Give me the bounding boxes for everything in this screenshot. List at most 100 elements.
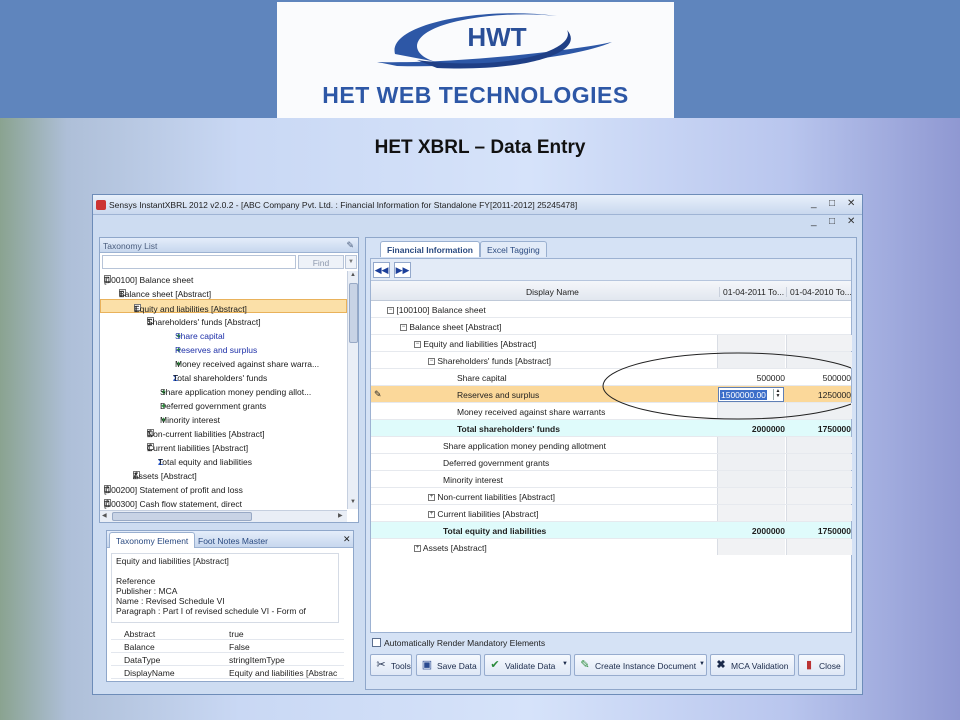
prop-row: DataType stringItemType: [111, 653, 344, 666]
window-title: Sensys InstantXBRL 2012 v2.0.2 - [ABC Co…: [109, 200, 578, 210]
prop-row: Balance False: [111, 640, 344, 653]
table-row[interactable]: Minority interest: [371, 471, 852, 488]
tree-item[interactable]: − ⌶ Shareholders' funds [Abstract]: [100, 313, 347, 327]
table-row[interactable]: − Balance sheet [Abstract]: [371, 318, 851, 335]
scroll-down-icon[interactable]: ▼: [350, 499, 356, 505]
taxonomy-list-header: Taxonomy List ✎: [100, 238, 358, 253]
tab-financial-information[interactable]: Financial Information: [380, 241, 480, 257]
prop-row: DisplayName Equity and liabilities [Abstr…: [111, 666, 344, 679]
child-minimize-button[interactable]: _: [811, 216, 817, 227]
app-window: Sensys InstantXBRL 2012 v2.0.2 - [ABC Co…: [92, 194, 863, 695]
banner: HWT HET WEB TECHNOLOGIES: [0, 0, 960, 118]
element-description: Equity and liabilities [Abstract] Refere…: [111, 553, 339, 623]
element-line: Paragraph : Part I of revised schedule V…: [116, 606, 306, 616]
create-instance-document-button[interactable]: ✎ Create Instance Document ▼: [574, 654, 707, 676]
tree-vertical-scrollbar[interactable]: ▲ ▼: [347, 271, 358, 509]
dropdown-arrow-icon[interactable]: ▼: [562, 661, 568, 667]
table-row[interactable]: − Equity and liabilities [Abstract]: [371, 335, 852, 352]
child-window-controls: _ □ ✕: [93, 216, 862, 230]
table-row[interactable]: − Shareholders' funds [Abstract]: [371, 352, 852, 369]
tree-item[interactable]: ✦ Share capital: [100, 327, 347, 341]
document-icon: ✎: [580, 659, 590, 671]
tree-item[interactable]: + ⌶ [100300] Cash flow statement, direct: [100, 495, 347, 509]
validate-data-button[interactable]: ✔ Validate Data ▼: [484, 654, 571, 676]
scroll-up-icon[interactable]: ▲: [350, 272, 356, 278]
table-row-total[interactable]: Total shareholders' funds 2000000 1750000: [371, 420, 851, 437]
find-input[interactable]: [102, 255, 296, 269]
taxonomy-tree: − ⌶ [100100] Balance sheet − ⌶ Balance s…: [100, 271, 347, 509]
nav-toolbar: ◀◀ ▶▶: [371, 259, 851, 281]
tree-item[interactable]: + ⌶ [100200] Statement of profit and los…: [100, 481, 347, 495]
child-maximize-button[interactable]: □: [829, 216, 835, 227]
minimize-button[interactable]: _: [811, 198, 817, 209]
tree-item[interactable]: Σ Total equity and liabilities: [100, 453, 347, 467]
pin-icon[interactable]: ✎: [346, 240, 354, 251]
tree-item[interactable]: + ⌶ Current liabilities [Abstract]: [100, 439, 347, 453]
tree-horizontal-scrollbar[interactable]: ◀ ▶: [100, 510, 347, 522]
column-header-period-1[interactable]: 01-04-2011 To...: [719, 287, 785, 297]
tree-item[interactable]: − ⌶ Balance sheet [Abstract]: [100, 285, 347, 299]
tree-item[interactable]: Σ Total shareholders' funds: [100, 369, 347, 383]
child-close-button[interactable]: ✕: [847, 216, 855, 227]
find-button[interactable]: Find: [298, 255, 344, 269]
close-panel-icon[interactable]: ✕: [343, 534, 351, 545]
auto-render-label: Automatically Render Mandatory Elements: [384, 638, 546, 648]
element-props-table: Abstract true Balance False DataType string…: [111, 627, 344, 679]
element-line: Name : Revised Schedule VI: [116, 596, 225, 606]
tools-icon: ✂: [376, 659, 386, 671]
element-panel: Taxonomy Element Foot Notes Master ✕ Equ…: [106, 530, 354, 682]
close-window-button[interactable]: ✕: [847, 198, 855, 209]
tree-item[interactable]: − ⌶ [100100] Balance sheet: [100, 271, 347, 285]
maximize-button[interactable]: □: [829, 198, 835, 209]
tree-item-selected[interactable]: − ⌶ Equity and liabilities [Abstract]: [100, 299, 347, 314]
tools-button[interactable]: ✂ Tools: [370, 654, 412, 676]
dropdown-arrow-icon[interactable]: ▼: [699, 661, 705, 667]
element-line: Reference: [116, 576, 156, 586]
logo: HWT HET WEB TECHNOLOGIES: [277, 2, 674, 118]
table-row-total[interactable]: Total equity and liabilities 2000000 17500…: [371, 522, 851, 539]
element-line: Publisher : MCA: [116, 586, 178, 596]
close-button[interactable]: ▮ Close: [798, 654, 845, 676]
save-data-button[interactable]: ▣ Save Data: [416, 654, 481, 676]
table-row[interactable]: + Assets [Abstract]: [371, 539, 852, 556]
table-row[interactable]: − [100100] Balance sheet: [371, 301, 851, 318]
tree-item[interactable]: + ⌶ Assets [Abstract]: [100, 467, 347, 481]
main-area: Financial Information Excel Tagging ◀◀ ▶…: [365, 237, 857, 690]
table-row[interactable]: Share capital 500000 500000: [371, 369, 851, 386]
table-row-editing[interactable]: ✎ Reserves and surplus 1500000.00 ▲ ▼ 125…: [371, 386, 851, 403]
column-header-period-2[interactable]: 01-04-2010 To...: [786, 287, 851, 297]
reserves-value-input[interactable]: 1500000.00 ▲ ▼: [718, 387, 784, 402]
tree-item[interactable]: ✦ Reserves and surplus: [100, 341, 347, 355]
tree-item[interactable]: ✦ Share application money pending allot.…: [100, 383, 347, 397]
bottom-toolbar: ✂ Tools ▣ Save Data ✔ Validate Data ▼ ✎ Creat…: [368, 654, 854, 678]
tab-excel-tagging[interactable]: Excel Tagging: [480, 241, 547, 257]
taxonomy-list-panel: Taxonomy List ✎ Find ▼ − ⌶ [100100] Bala…: [99, 237, 359, 523]
table-row[interactable]: + Current liabilities [Abstract]: [371, 505, 852, 522]
tree-item[interactable]: ✦ Money received against share warra...: [100, 355, 347, 369]
mca-icon: ✖: [716, 659, 726, 671]
logo-text: HET WEB TECHNOLOGIES: [322, 82, 629, 108]
tab-taxonomy-element[interactable]: Taxonomy Element: [109, 532, 196, 548]
element-title: Equity and liabilities [Abstract]: [116, 556, 229, 566]
tree-item[interactable]: + ⌶ Non-current liabilities [Abstract]: [100, 425, 347, 439]
floppy-icon: ▣: [421, 659, 433, 671]
next-period-button[interactable]: ▶▶: [394, 262, 411, 278]
table-row[interactable]: + Non-current liabilities [Abstract]: [371, 488, 852, 505]
mca-validation-button[interactable]: ✖ MCA Validation: [710, 654, 795, 676]
auto-render-checkbox[interactable]: [372, 638, 381, 647]
prev-period-button[interactable]: ◀◀: [373, 262, 390, 278]
tree-item[interactable]: ✦ Minority interest: [100, 411, 347, 425]
title-bar: Sensys InstantXBRL 2012 v2.0.2 - [ABC Co…: [93, 195, 862, 215]
find-dropdown-icon[interactable]: ▼: [345, 255, 357, 269]
spinner-icon[interactable]: ▲ ▼: [773, 389, 782, 400]
column-header-display-name[interactable]: Display Name: [526, 287, 579, 297]
tab-foot-notes-master[interactable]: Foot Notes Master: [191, 532, 275, 548]
table-row[interactable]: Deferred government grants: [371, 454, 852, 471]
tree-item[interactable]: ✦ Deferred government grants: [100, 397, 347, 411]
app-icon: [96, 200, 106, 210]
taxonomy-list-title: Taxonomy List: [103, 241, 158, 251]
grid-header: Display Name 01-04-2011 To... 01-04-2010…: [371, 281, 851, 301]
table-row[interactable]: Share application money pending allotmen…: [371, 437, 852, 454]
slide-title: HET XBRL – Data Entry: [374, 137, 586, 158]
table-row[interactable]: Money received against share warrants: [371, 403, 852, 420]
